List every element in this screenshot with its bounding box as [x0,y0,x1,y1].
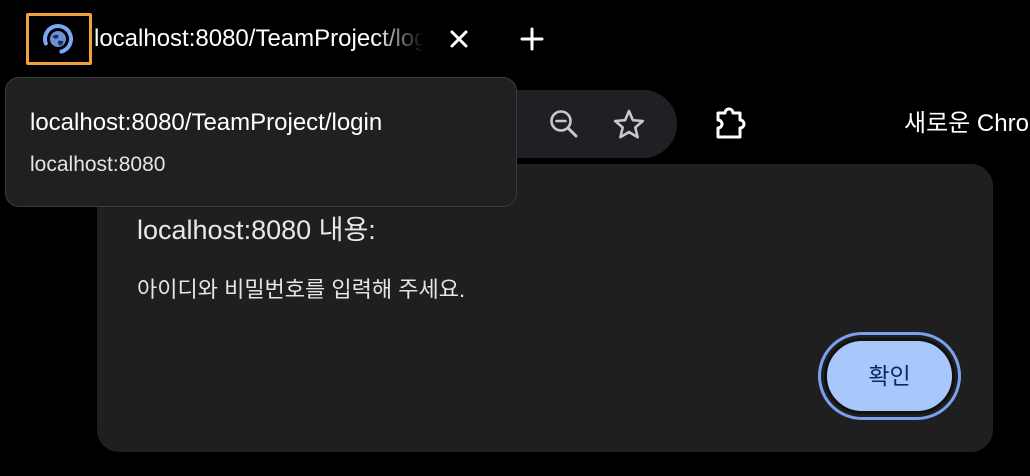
plus-icon [520,27,544,51]
hover-card-title: localhost:8080/TeamProject/login [30,109,383,136]
ok-button[interactable]: 확인 [824,338,955,414]
dialog-title: localhost:8080 내용: [137,215,376,245]
tab-title[interactable]: localhost:8080/TeamProject/login [94,22,424,56]
star-icon[interactable] [610,106,648,144]
zoom-out-icon[interactable] [546,106,582,142]
extension-icon[interactable] [710,104,752,144]
dialog-message: 아이디와 비밀번호를 입력해 주세요. [137,277,466,302]
globe-loading-icon [41,22,75,56]
profile-label[interactable]: 새로운 Chro [904,107,1029,141]
close-icon[interactable] [444,22,474,56]
new-tab-button[interactable] [515,22,549,56]
hover-card-domain: localhost:8080 [30,153,166,176]
tab-hover-card [5,77,517,207]
